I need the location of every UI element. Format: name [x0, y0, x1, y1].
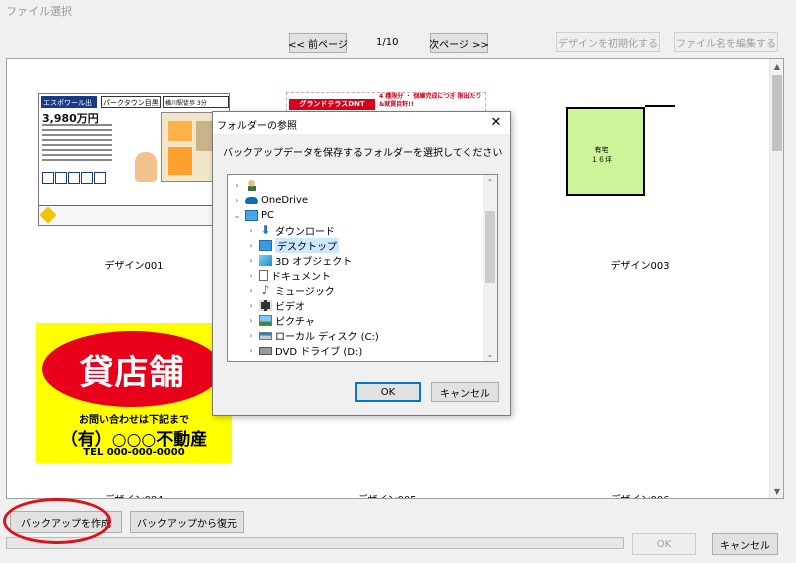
tree-item-pictures[interactable]: › ピクチャ [246, 313, 315, 328]
design-label-005: デザイン005 [327, 491, 447, 498]
chevron-down-icon[interactable]: ⌄ [232, 211, 242, 220]
tree-item-3d-objects[interactable]: › 3D オブジェクト [246, 253, 352, 268]
video-icon [259, 300, 272, 311]
amenity-icons [42, 172, 107, 187]
chevron-right-icon[interactable]: › [246, 331, 256, 340]
flyer-header-2: パークタウン目黒 [101, 96, 161, 108]
design-label-006: デザイン006 [580, 491, 700, 498]
tree-item-onedrive[interactable]: › OneDrive [232, 193, 308, 208]
tree-item-videos[interactable]: › ビデオ [246, 298, 305, 313]
flyer-header: エスポワール出現! [41, 96, 97, 117]
computer-icon [245, 210, 258, 221]
person-illustration [135, 152, 157, 182]
scroll-thumb[interactable] [772, 75, 782, 151]
design-label-001: デザイン001 [104, 261, 164, 272]
grid-scrollbar[interactable]: ▲ ▼ [769, 59, 783, 498]
progress-bar [6, 537, 624, 549]
chevron-right-icon[interactable]: › [246, 316, 256, 325]
dialog-description: バックアップデータを保存するフォルダーを選択してください [223, 148, 503, 159]
rent-contact-text: お問い合わせは下記まで [79, 415, 189, 426]
flyer-footer [39, 205, 229, 225]
cloud-icon [245, 197, 258, 204]
user-icon [245, 180, 258, 191]
tree-item-desktop[interactable]: › デスクトップ [246, 238, 339, 253]
drive-icon [259, 331, 272, 340]
tree-item-dvd-drive[interactable]: › DVD ドライブ (D:) [246, 343, 362, 358]
design-label-004: デザイン004 [74, 491, 194, 498]
scroll-up-icon[interactable]: ▲ [770, 59, 783, 73]
boundary-line [645, 105, 675, 107]
chevron-down-icon[interactable]: ⌄ [483, 347, 497, 361]
tree-item-local-disk[interactable]: › ローカル ディスク (C:) [246, 328, 378, 343]
tree-scrollbar[interactable]: ⌃ ⌄ [483, 175, 497, 361]
cube-icon [259, 255, 272, 266]
reset-design-button[interactable]: デザインを初期化する [556, 32, 660, 52]
chevron-right-icon[interactable]: › [246, 346, 256, 355]
chevron-right-icon[interactable]: › [246, 301, 256, 310]
tree-scroll-thumb[interactable] [485, 211, 495, 283]
banner-note: 4 種限分 ・ 個庫完成につき 限出たり&就賃目籽!! [379, 93, 482, 108]
rent-phone: TEL 000-000-0000 [83, 447, 185, 458]
design-thumbnail-002[interactable]: グランドテラスDNT 4 種限分 ・ 個庫完成につき 限出たり&就賃目籽!! [286, 92, 486, 112]
chevron-right-icon[interactable]: › [232, 196, 242, 205]
design-thumbnail-004[interactable]: 貸店舗 お問い合わせは下記まで （有）○○○不動産 TEL 000-000-00… [36, 323, 232, 463]
banner-title: グランドテラスDNT [289, 99, 375, 110]
ok-button[interactable]: OK [632, 533, 696, 555]
design-label-003: デザイン003 [610, 261, 670, 272]
plot-label: 有宅 １６坪 [591, 146, 612, 164]
page-indicator: 1/10 [376, 37, 399, 48]
restore-backup-button[interactable]: バックアップから復元 [130, 511, 244, 533]
music-icon: ♪ [261, 283, 270, 297]
star-icon [39, 206, 57, 224]
dialog-ok-button[interactable]: OK [355, 382, 421, 402]
flyer-header-3: 横川駅徒歩 3分 [163, 96, 229, 108]
tree-item-downloads[interactable]: › ⬇ ダウンロード [246, 223, 335, 238]
chevron-up-icon[interactable]: ⌃ [483, 175, 497, 189]
document-icon [259, 270, 268, 281]
tree-item-user[interactable]: › [232, 178, 261, 193]
window-title: ファイル選択 [0, 0, 796, 20]
desktop-icon [259, 240, 272, 251]
folder-browse-dialog: フォルダーの参照 ✕ バックアップデータを保存するフォルダーを選択してください … [212, 111, 511, 416]
rent-headline: 貸店舗 [42, 331, 222, 407]
picture-icon [259, 315, 272, 326]
tree-item-pc[interactable]: ⌄ PC [232, 208, 274, 223]
flyer-text-lines [42, 124, 112, 164]
folder-tree[interactable]: › › OneDrive ⌄ PC › ⬇ ダウンロード › デスクトップ › … [227, 174, 498, 362]
chevron-right-icon[interactable]: › [232, 181, 242, 190]
edit-filename-button[interactable]: ファイル名を編集する [674, 32, 778, 52]
tree-item-documents[interactable]: › ドキュメント [246, 268, 331, 283]
chevron-right-icon[interactable]: › [246, 271, 256, 280]
next-page-button[interactable]: 次ページ >> [429, 33, 489, 53]
dialog-title: フォルダーの参照 [213, 112, 510, 134]
tree-item-music[interactable]: › ♪ ミュージック [246, 283, 334, 298]
cancel-button[interactable]: キャンセル [712, 533, 778, 555]
download-icon: ⬇ [260, 223, 271, 237]
dialog-cancel-button[interactable]: キャンセル [431, 382, 499, 402]
design-thumbnail-001[interactable]: エスポワール出現! パークタウン目黒 横川駅徒歩 3分 3,980万円 [38, 93, 230, 226]
scroll-down-icon[interactable]: ▼ [770, 484, 783, 498]
chevron-right-icon[interactable]: › [246, 241, 256, 250]
prev-page-button[interactable]: << 前ページ [288, 33, 348, 53]
close-icon[interactable]: ✕ [488, 114, 504, 130]
chevron-right-icon[interactable]: › [246, 226, 256, 235]
chevron-right-icon[interactable]: › [246, 286, 256, 295]
chevron-right-icon[interactable]: › [246, 256, 256, 265]
dvd-icon [259, 346, 272, 355]
create-backup-button[interactable]: バックアップを作成 [10, 511, 122, 533]
